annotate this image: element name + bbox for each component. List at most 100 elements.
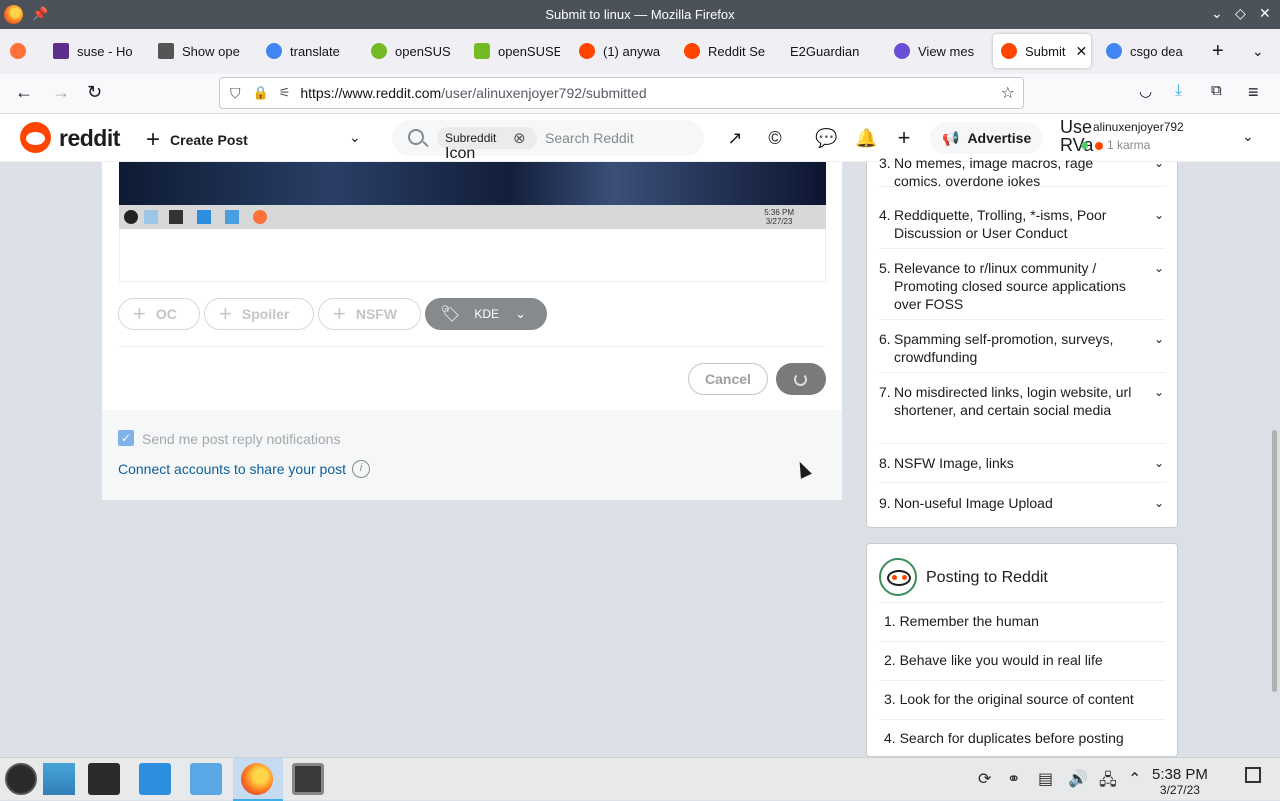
popular-icon[interactable]: ↗ — [725, 128, 745, 148]
guideline-item: 4. Search for duplicates before posting — [879, 719, 1165, 758]
minimize-icon[interactable]: ⌄ — [1211, 5, 1223, 22]
permissions-icon[interactable]: ⚟ — [279, 85, 291, 101]
search-bar[interactable]: Subreddit ⊗ Icon Search Reddit — [392, 120, 704, 162]
megaphone-icon: 📢 — [942, 129, 960, 146]
chevron-down-icon: ⌄ — [1153, 156, 1164, 170]
close-window-icon[interactable]: ✕ — [1259, 5, 1271, 22]
rule-item[interactable]: 9. Non-useful Image Upload ⌄ — [879, 494, 1166, 516]
kdeconnect-icon[interactable]: ⚭ — [1007, 769, 1020, 789]
flair-selector[interactable]: 🏷 KDE ⌄ — [425, 298, 547, 330]
snoo-icon — [879, 558, 917, 596]
window-titlebar: 📌 Submit to linux — Mozilla Firefox ⌄ ◇ … — [0, 0, 1280, 29]
menu-icon[interactable]: ≡ — [1248, 82, 1259, 103]
clear-chip-icon[interactable]: ⊗ — [513, 129, 526, 147]
tab[interactable]: csgo dea — [1106, 34, 1192, 68]
chevron-down-icon: ⌄ — [515, 306, 526, 321]
chevron-down-icon: ⌄ — [1153, 456, 1164, 470]
reddit-logo-icon[interactable] — [20, 122, 51, 153]
discover-store-icon[interactable] — [139, 763, 171, 795]
new-tab-icon[interactable]: + — [1212, 34, 1224, 68]
chevron-down-icon: ⌄ — [1153, 208, 1164, 222]
chat-icon[interactable]: 💬 — [815, 128, 837, 148]
post-composer: 5:36 PM 3/27/23 + OC + Spoiler + NSFW 🏷 KDE … — [102, 162, 842, 410]
tab[interactable]: openSUSE — [474, 34, 560, 68]
rule-item[interactable]: 6. Spamming self-promotion, surveys, crow… — [879, 330, 1166, 373]
tab[interactable]: (1) anywa — [579, 34, 665, 68]
clipboard-icon[interactable]: ▤ — [1038, 769, 1053, 789]
back-icon[interactable]: ← — [15, 82, 33, 103]
cancel-button[interactable]: Cancel — [688, 363, 768, 395]
image-preview — [119, 162, 826, 205]
chevron-down-icon: ⌄ — [1153, 385, 1164, 399]
page-scrollbar[interactable] — [1272, 430, 1277, 692]
forward-icon[interactable]: → — [52, 82, 70, 103]
screenshot-tool-icon[interactable] — [292, 763, 324, 795]
post-button[interactable] — [776, 363, 826, 395]
info-icon[interactable]: i — [352, 460, 371, 478]
firefox-icon — [253, 210, 267, 224]
tab-favicon-icon — [371, 43, 387, 59]
url-bar[interactable]: ⛉ 🔒 ⚟ https://www.reddit.com/user/alinux… — [219, 77, 1024, 109]
rule-item[interactable]: 5. Relevance to r/linux community / Promo… — [879, 259, 1166, 320]
tab-favicon-icon — [894, 43, 910, 59]
bookmark-star-icon[interactable]: ☆ — [1001, 83, 1015, 103]
maximize-icon[interactable]: ◇ — [1235, 5, 1246, 22]
list-tabs-icon[interactable]: ⌄ — [1252, 34, 1264, 68]
window-title: Submit to linux — Mozilla Firefox — [545, 7, 735, 22]
connect-accounts-link[interactable]: Connect accounts to share your post i — [118, 460, 371, 478]
spoiler-flair-button[interactable]: + Spoiler — [204, 298, 314, 330]
reload-icon[interactable]: ↻ — [87, 82, 102, 103]
tray-expand-icon[interactable]: ⌃ — [1128, 769, 1141, 789]
tab[interactable]: E2Guardian — [790, 34, 874, 68]
app-launcher-icon[interactable] — [5, 763, 37, 795]
rule-item[interactable]: 7. No misdirected links, login website, u… — [879, 383, 1166, 444]
downloads-icon[interactable]: ⤓ — [1175, 82, 1182, 100]
tab[interactable]: View mes — [894, 34, 982, 68]
advertise-button[interactable]: 📢 Advertise — [930, 122, 1043, 154]
tab[interactable]: openSUSE — [371, 34, 451, 68]
extensions-icon[interactable]: ⧉ — [1211, 82, 1222, 99]
updates-icon[interactable]: ⟳ — [978, 769, 991, 789]
chevron-down-icon[interactable]: ⌄ — [349, 129, 361, 146]
rule-item[interactable]: 8. NSFW Image, links ⌄ — [879, 454, 1166, 483]
lock-icon[interactable]: 🔒 — [253, 85, 269, 101]
coins-icon[interactable]: © — [765, 128, 785, 148]
create-post-dropdown[interactable]: + Create Post — [146, 126, 248, 154]
desktop-icon — [144, 210, 158, 224]
search-input[interactable]: Search Reddit — [545, 130, 634, 146]
user-menu[interactable]: Use RVa alinuxenjoyer792 1 karma ⌄ — [1060, 118, 1265, 158]
tab[interactable]: Show ope — [158, 34, 246, 68]
tab[interactable]: Reddit Se — [684, 34, 768, 68]
tab-favicon-icon — [1106, 43, 1122, 59]
reddit-wordmark[interactable]: reddit — [59, 125, 120, 152]
oc-flair-button[interactable]: + OC — [118, 298, 200, 330]
body-editor[interactable] — [119, 229, 826, 282]
tab[interactable]: translate — [266, 34, 352, 68]
nsfw-flair-button[interactable]: + NSFW — [318, 298, 421, 330]
guideline-item: 2. Behave like you would in real life — [879, 641, 1165, 680]
tab-close-icon[interactable]: ✕ — [1075, 43, 1087, 60]
posting-title: Posting to Reddit — [926, 569, 1048, 586]
firefox-taskbar-icon[interactable] — [241, 763, 273, 795]
create-icon[interactable]: + — [894, 127, 914, 149]
taskbar-clock[interactable]: 5:38 PM 3/27/23 — [1152, 766, 1208, 797]
firefox-view-icon[interactable] — [10, 34, 30, 68]
tab-active[interactable]: Submit ✕ — [993, 34, 1091, 68]
network-icon[interactable]: 🖧 — [1099, 769, 1117, 796]
url-host: https://www.reddit.com — [300, 85, 442, 101]
file-manager-icon[interactable] — [190, 763, 222, 795]
volume-icon[interactable]: 🔊 — [1068, 769, 1088, 789]
chevron-down-icon[interactable]: ⌄ — [1242, 128, 1254, 145]
karma-count: 1 karma — [1107, 138, 1151, 152]
system-settings-icon[interactable] — [88, 763, 120, 795]
notifications-icon[interactable]: 🔔 — [855, 128, 877, 148]
tab[interactable]: suse - Ho — [53, 34, 143, 68]
rule-item[interactable]: 3. No memes, image macros, rage comics, o… — [879, 154, 1166, 187]
show-desktop-icon[interactable] — [43, 763, 75, 795]
shield-icon[interactable]: ⛉ — [230, 85, 241, 102]
peek-desktop-icon[interactable] — [1245, 767, 1261, 783]
loading-spinner-icon — [794, 373, 807, 386]
rule-item[interactable]: 4. Reddiquette, Trolling, *-isms, Poor Di… — [879, 206, 1166, 249]
reply-notifications-checkbox[interactable]: ✓ — [118, 430, 134, 446]
pocket-icon[interactable]: ◡ — [1139, 82, 1152, 100]
